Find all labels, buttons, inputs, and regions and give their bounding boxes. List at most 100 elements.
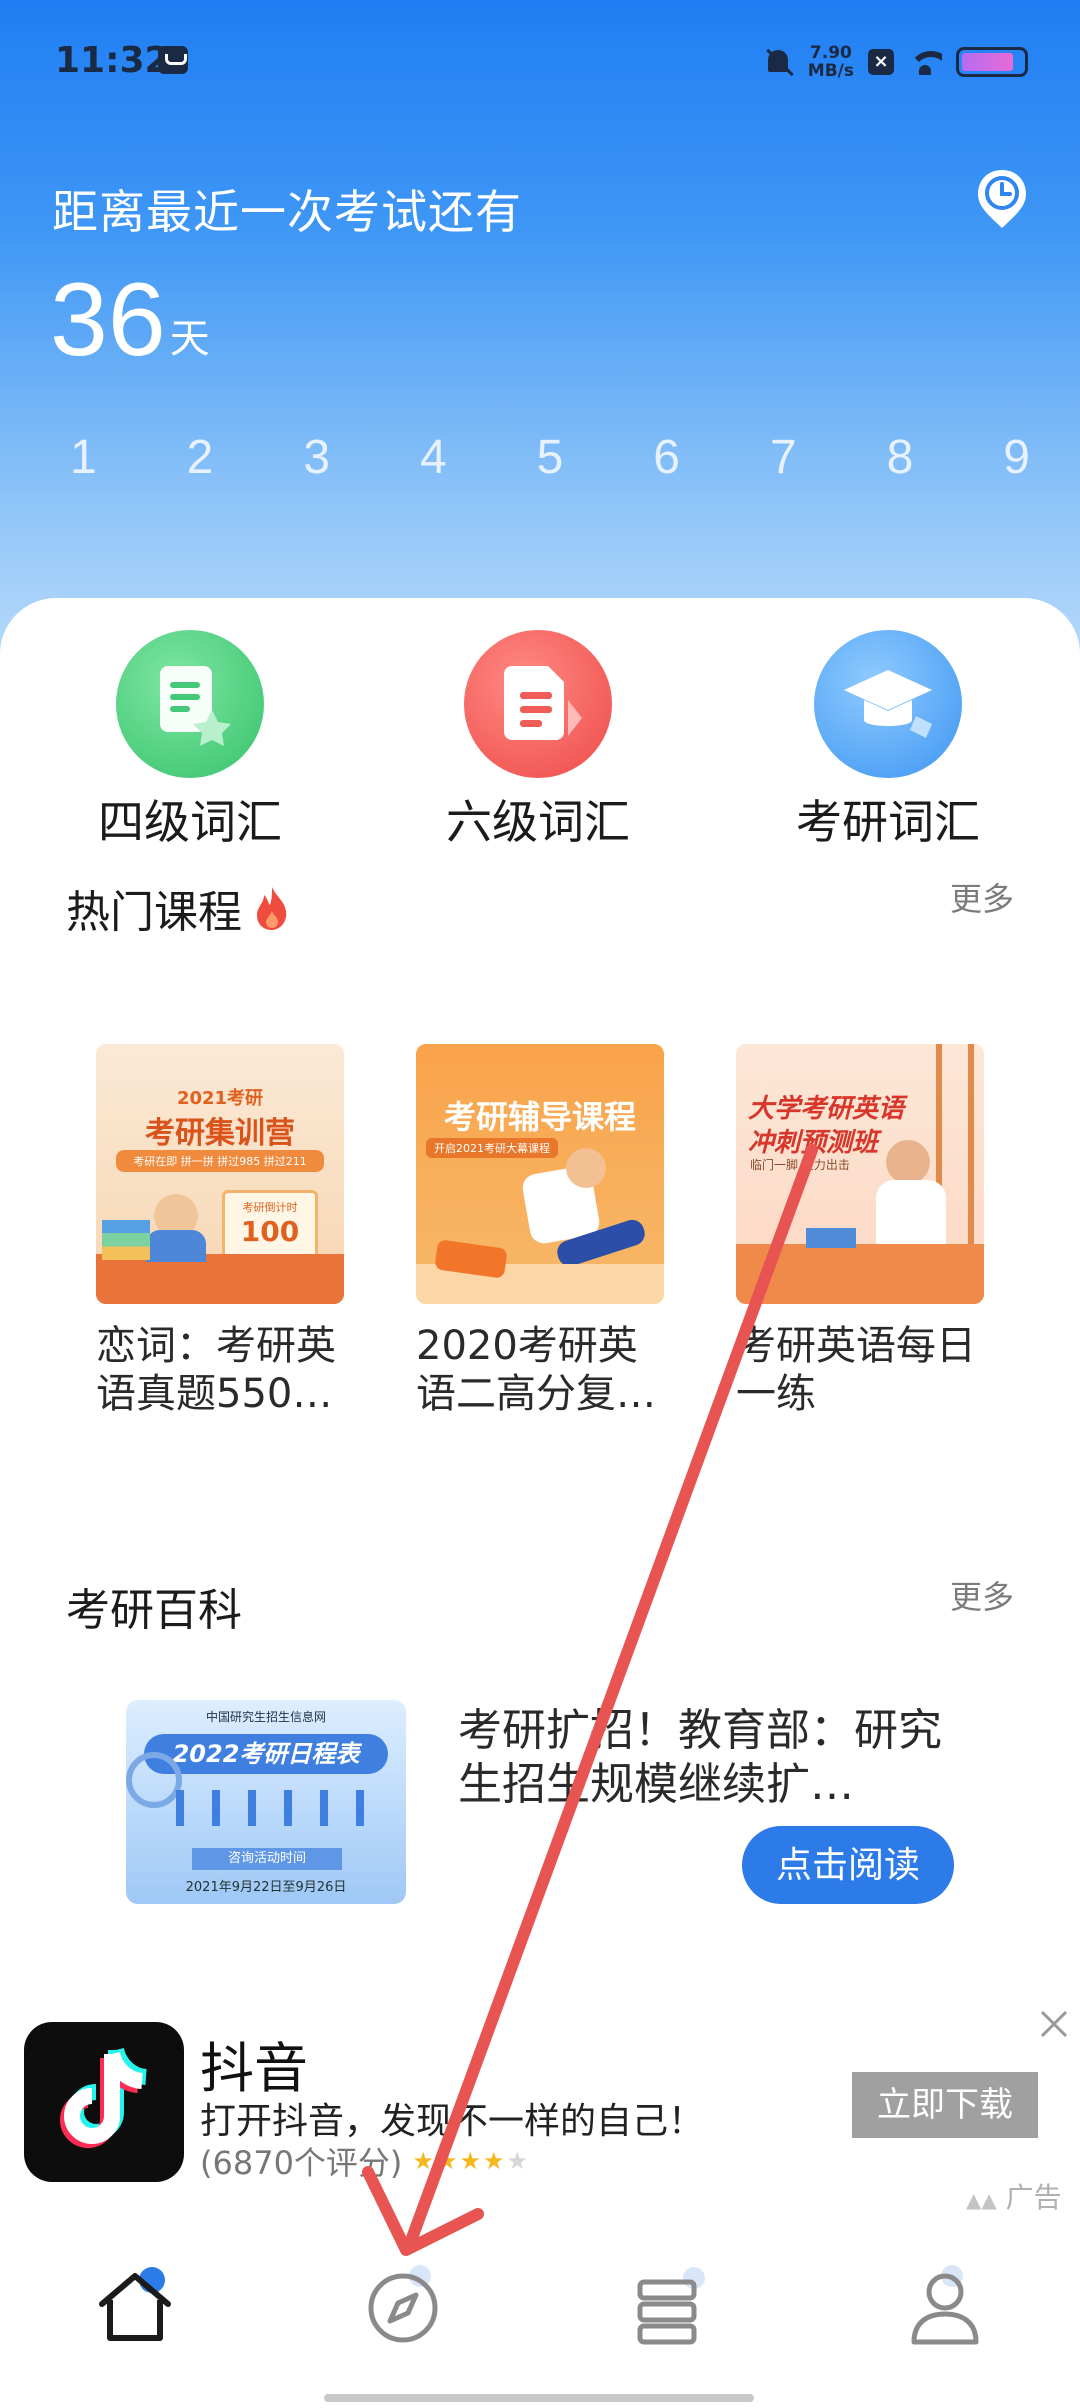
hot-courses-more-link[interactable]: 更多: [950, 874, 1014, 920]
file-icon: [464, 630, 612, 778]
message-icon: [158, 46, 188, 74]
days-countdown: 36 天: [50, 262, 210, 378]
thumb-sub: 考研在即 拼一拼 拼过985 拼过211: [116, 1150, 324, 1172]
course-title: 考研英语每日一练: [736, 1323, 976, 1417]
battery-fill: [962, 53, 1013, 71]
hot-courses-label: 热门课程: [66, 887, 242, 938]
vocab-postgrad-button[interactable]: 考研词汇: [778, 630, 998, 852]
thumb-heading: 考研辅导课程: [443, 1098, 636, 1136]
wiki-more-link[interactable]: 更多: [950, 1572, 1014, 1618]
day-number[interactable]: 1: [70, 430, 97, 485]
graduation-cap-icon: [814, 630, 962, 778]
ad-tag: ▲▲ 广告: [966, 2176, 1062, 2216]
ad-rating-text: (6870个评分): [200, 2144, 403, 2182]
rating-stars: ★★★★★: [412, 2147, 530, 2175]
star-icon: ★: [435, 2147, 460, 2175]
home-icon[interactable]: [90, 2260, 180, 2350]
day-number[interactable]: 8: [887, 430, 914, 485]
thumb-date: 2021年9月22日至9月26日: [185, 1880, 347, 1895]
course-card[interactable]: 大学考研英语 冲刺预测班 临门一脚 全力出击 考研英语每日一练: [736, 1044, 986, 1418]
thumb-heading-2: 冲刺预测班: [748, 1128, 879, 1158]
thumb-thermometers: [176, 1790, 366, 1826]
status-icons: 7.90 MB/s ×: [764, 40, 1028, 84]
wiki-article-thumbnail[interactable]: 中国研究生招生信息网 2022考研日程表 咨询活动时间 2021年9月22日至9…: [126, 1700, 406, 1904]
course-title: 2020考研英语二高分复…: [416, 1323, 656, 1417]
ad-description: 打开抖音，发现不一样的自己！: [200, 2101, 705, 2142]
download-button[interactable]: 立即下载: [852, 2072, 1038, 2138]
course-thumbnail: 2021考研 考研集训营 考研在即 拼一拼 拼过985 拼过211 考研倒计时 …: [96, 1044, 344, 1304]
day-number[interactable]: 2: [187, 430, 214, 485]
ad-close-icon[interactable]: [1036, 2006, 1072, 2042]
thumb-heading: 2022考研日程表: [144, 1734, 388, 1774]
vocab-label: 四级词汇: [98, 795, 282, 849]
vocab-cet6-button[interactable]: 六级词汇: [428, 630, 648, 852]
course-title: 恋词：考研英语真题550…: [96, 1323, 336, 1417]
wifi-icon: [908, 49, 942, 75]
ad-tag-label: 广告: [1005, 2181, 1062, 2214]
wiki-title: 考研百科: [66, 1585, 242, 1636]
close-box-icon: ×: [868, 49, 894, 75]
days-unit: 天: [169, 316, 210, 362]
thumb-desk: [736, 1244, 984, 1304]
fire-icon: [257, 887, 287, 930]
hot-courses-title: 热门课程: [66, 876, 290, 940]
net-speed-value: 7.90: [809, 43, 852, 63]
day-number[interactable]: 5: [537, 430, 564, 485]
douyin-app-icon[interactable]: [24, 2022, 184, 2182]
compass-icon[interactable]: [358, 2260, 448, 2350]
vocab-cet4-button[interactable]: 四级词汇: [80, 630, 300, 852]
mute-bell-icon: [764, 46, 794, 78]
course-card[interactable]: 考研辅导课程 开启2021考研大幕课程 2020考研英语二高分复…: [416, 1044, 666, 1418]
course-card[interactable]: 2021考研 考研集训营 考研在即 拼一拼 拼过985 拼过211 考研倒计时 …: [96, 1044, 346, 1418]
thumb-student-head: [886, 1140, 930, 1184]
star-icon: ★: [459, 2147, 483, 2175]
days-value: 36: [50, 262, 166, 378]
thumb-sub: 咨询活动时间: [192, 1848, 342, 1870]
day-number[interactable]: 3: [303, 430, 330, 485]
thumb-heading-1: 大学考研英语: [748, 1094, 905, 1124]
profile-icon[interactable]: [900, 2260, 990, 2350]
books-icon[interactable]: [626, 2260, 716, 2350]
thumb-desk: [96, 1254, 344, 1304]
ad-logo-icon: ▲▲: [966, 2188, 997, 2212]
day-number[interactable]: 7: [770, 430, 797, 485]
course-thumbnail: 考研辅导课程 开启2021考研大幕课程: [416, 1044, 664, 1304]
magnifier-icon: [126, 1752, 182, 1808]
thumb-window-frame: [968, 1044, 974, 1244]
net-speed-unit: MB/s: [807, 61, 854, 81]
read-button[interactable]: 点击阅读: [742, 1826, 954, 1904]
day-number[interactable]: 4: [420, 430, 447, 485]
bottom-navigation: [0, 2230, 1080, 2370]
thumb-org: 中国研究生招生信息网: [205, 1710, 326, 1724]
thumb-books: [102, 1220, 150, 1260]
thumb-sub: 开启2021考研大幕课程: [426, 1138, 558, 1158]
status-time: 11:32: [55, 40, 170, 81]
thumb-card-num: 100: [240, 1215, 300, 1248]
document-icon: [116, 630, 264, 778]
star-icon: ★: [506, 2147, 530, 2175]
thumb-runner-head: [566, 1148, 606, 1188]
thumb-person-body: [146, 1230, 206, 1262]
thumb-badge: 2021考研: [176, 1088, 264, 1109]
battery-icon: [956, 47, 1028, 77]
thumb-book: [806, 1228, 856, 1248]
thumb-calendar: 考研倒计时 100: [222, 1190, 318, 1260]
vocab-label: 六级词汇: [446, 795, 630, 849]
clock-pin-icon[interactable]: [976, 168, 1028, 230]
wiki-article-text[interactable]: 考研扩招！教育部：研究生招生规模继续扩…: [458, 1704, 948, 1814]
status-bar: 11:32 7.90 MB/s ×: [0, 0, 1080, 120]
day-strip: 1 2 3 4 5 6 7 8 9: [70, 430, 1030, 485]
thumb-sub: 临门一脚 全力出击: [750, 1158, 850, 1172]
star-icon: ★: [412, 2147, 436, 2175]
thumb-card-label: 考研倒计时: [242, 1201, 298, 1214]
day-number[interactable]: 6: [653, 430, 680, 485]
day-number[interactable]: 9: [1003, 430, 1030, 485]
course-thumbnail: 大学考研英语 冲刺预测班 临门一脚 全力出击: [736, 1044, 984, 1304]
thumb-student-body: [876, 1180, 946, 1250]
star-icon: ★: [482, 2147, 507, 2175]
net-speed: 7.90 MB/s: [808, 44, 854, 80]
home-indicator[interactable]: [324, 2394, 754, 2402]
exam-countdown-title: 距离最近一次考试还有: [52, 185, 522, 239]
ad-rating: (6870个评分) ★★★★★: [200, 2138, 530, 2184]
thumb-heading: 考研集训营: [145, 1116, 295, 1151]
